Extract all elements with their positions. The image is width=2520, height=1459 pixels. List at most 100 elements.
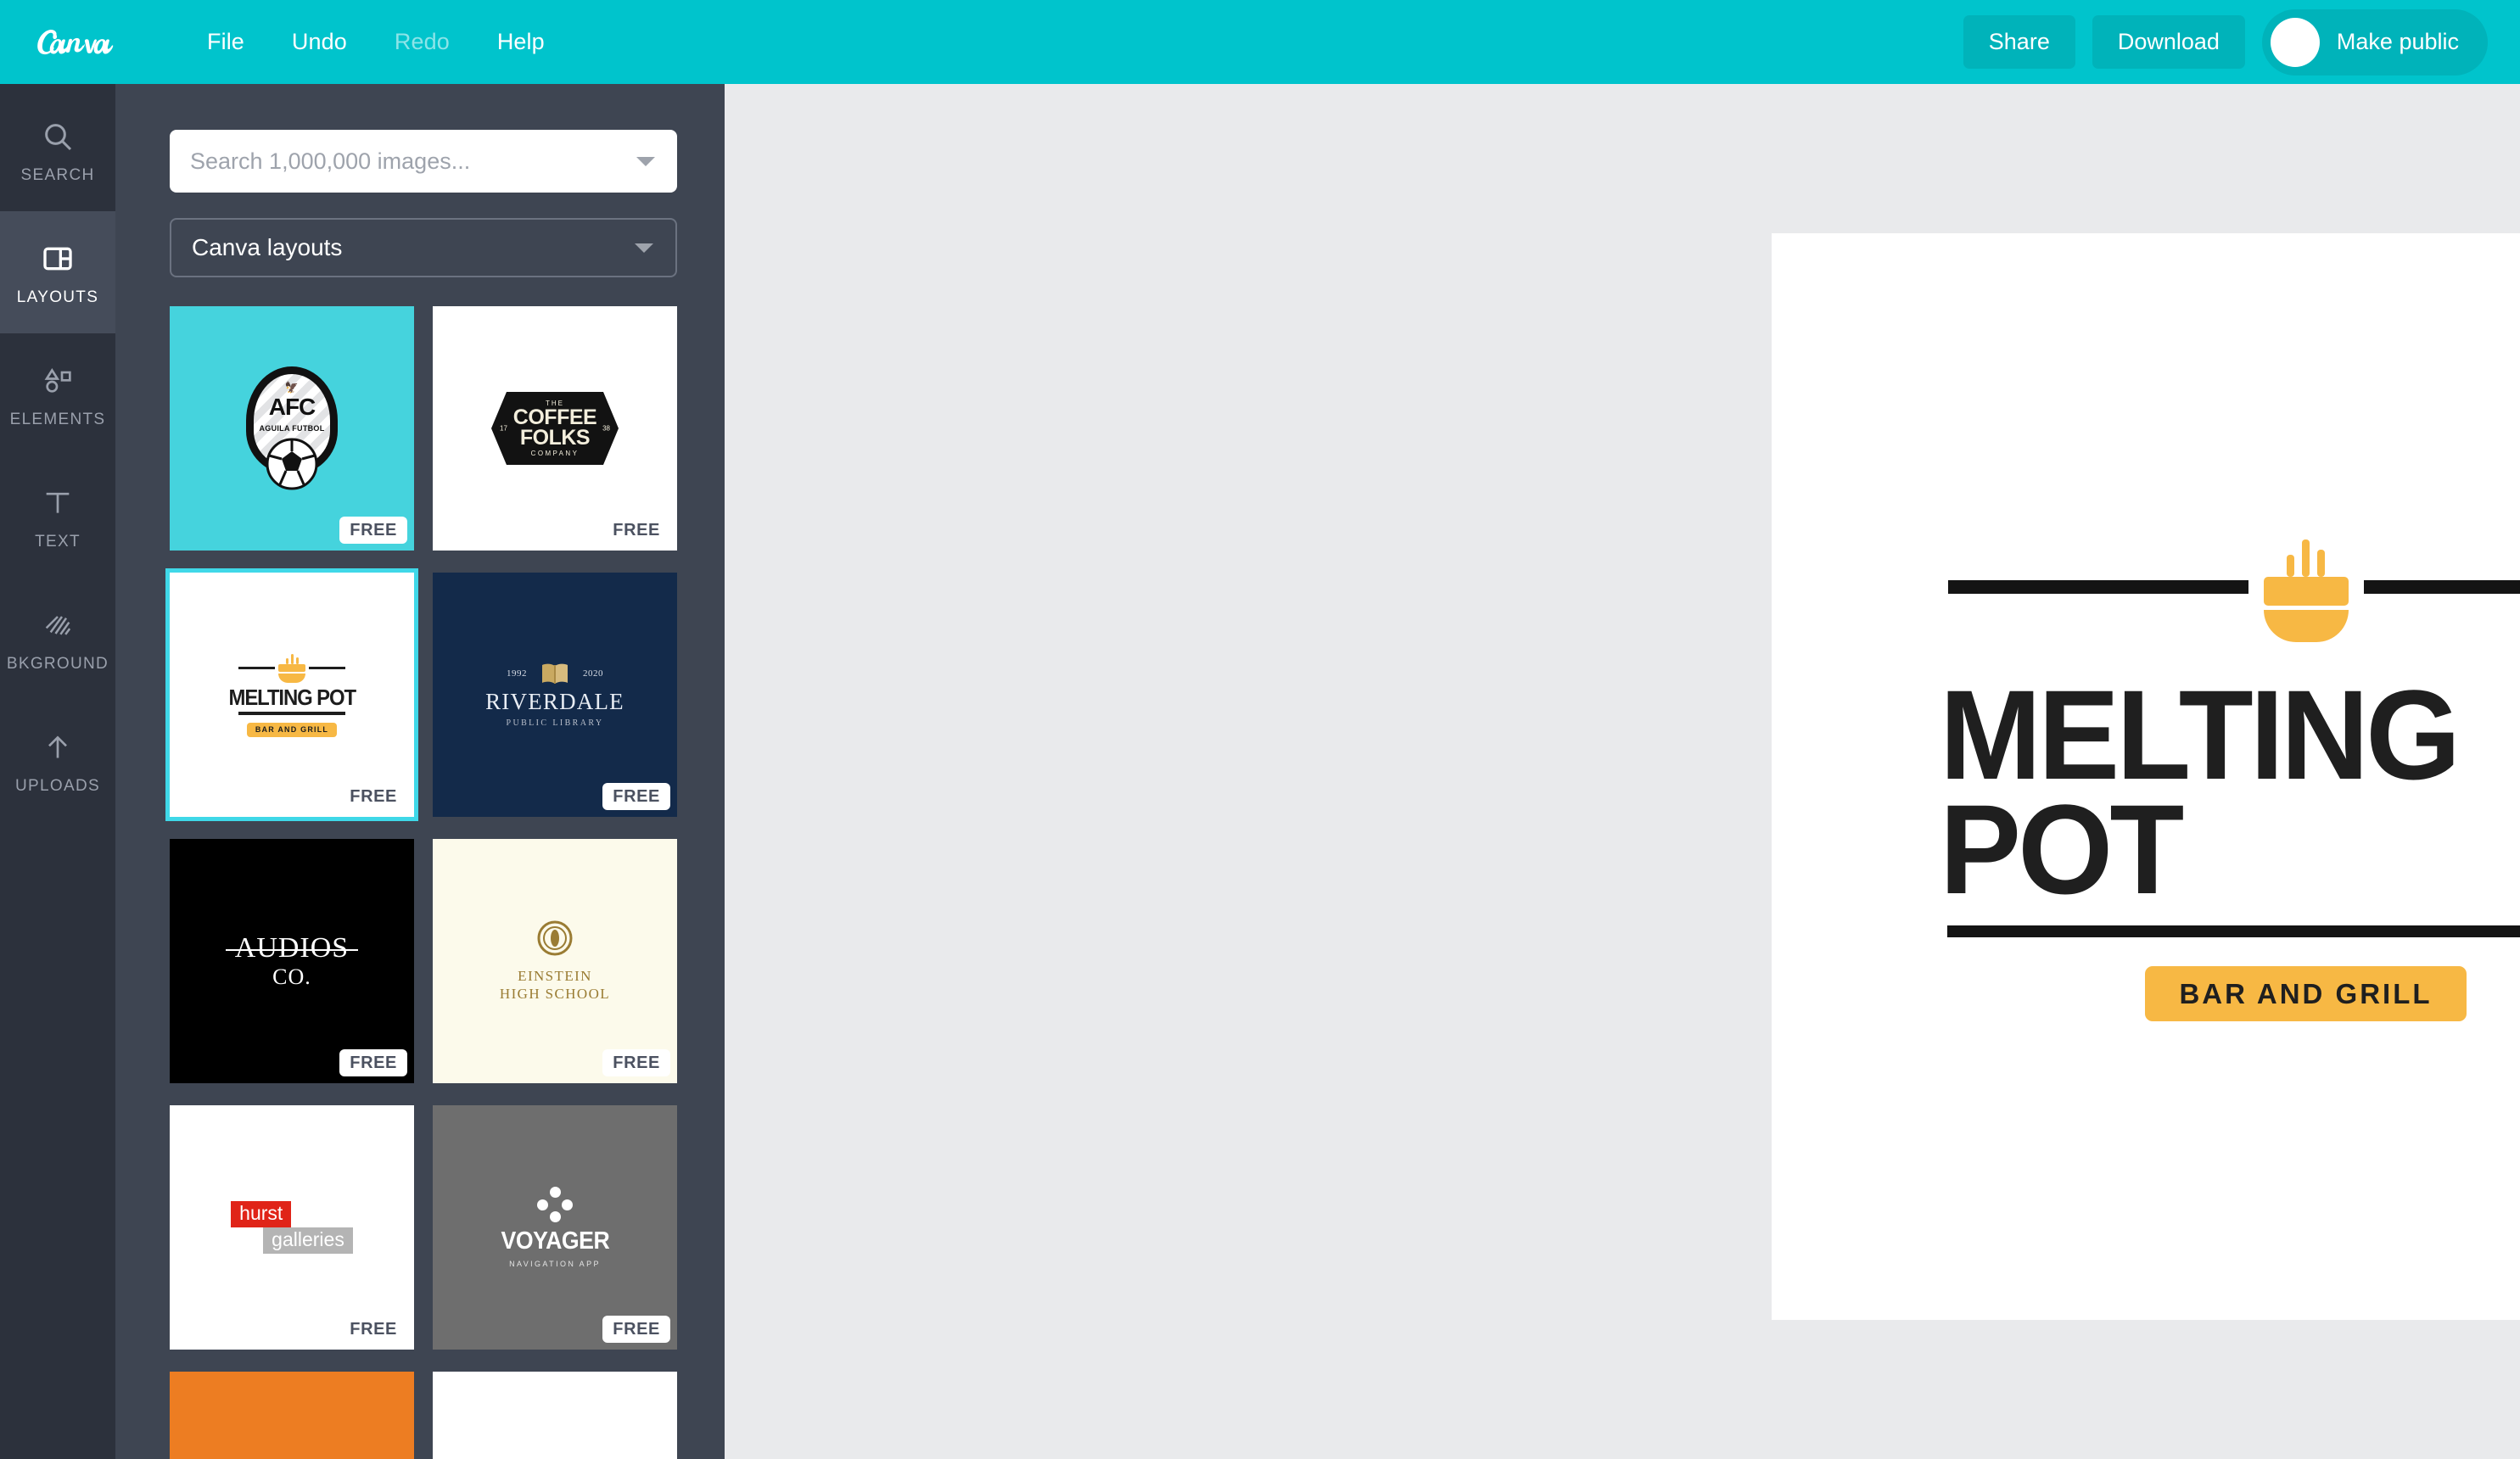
canva-wordmark-icon bbox=[37, 29, 114, 54]
layout-category-value: Canva layouts bbox=[192, 234, 343, 260]
sidebar-label-text: TEXT bbox=[35, 532, 81, 551]
logo-bar-right bbox=[2363, 580, 2520, 594]
canva-editor: File Undo Redo Help Share Download Make … bbox=[0, 0, 2520, 1459]
layout-thumb-hurst-galleries[interactable]: hurst galleries FREE bbox=[170, 1105, 414, 1350]
left-rail: SEARCH LAYOUTS ELEMENTS TEXT BKGROUND UP… bbox=[0, 84, 115, 1459]
layout-thumb-afc-aguila-futbol[interactable]: 🦅 AFC AGUILA FUTBOL FREE bbox=[170, 306, 414, 551]
logo-tagline: BAR AND GRILL bbox=[2145, 965, 2467, 1021]
melting-pot-title: MELTING POT bbox=[228, 684, 356, 710]
einstein-artwork: EINSTEIN HIGH SCHOOL bbox=[433, 839, 677, 1083]
layout-thumb-melting-pot-bar-and-grill[interactable]: MELTING POT BAR AND GRILL FREE bbox=[165, 568, 418, 821]
voyager-artwork: VOYAGER NAVIGATION APP bbox=[433, 1105, 677, 1350]
afc-subtitle: AGUILA FUTBOL bbox=[259, 424, 325, 433]
elements-icon bbox=[41, 362, 75, 400]
free-badge: FREE bbox=[350, 787, 397, 806]
free-badge: FREE bbox=[613, 521, 660, 539]
audios-artwork: AUDIOS CO. bbox=[170, 839, 414, 1083]
hurst-word2: galleries bbox=[263, 1227, 353, 1254]
sidebar-item-layouts[interactable]: LAYOUTS bbox=[0, 211, 115, 333]
laurel-seal-icon bbox=[536, 920, 574, 959]
menu-item-undo[interactable]: Undo bbox=[268, 20, 371, 64]
free-badge: FREE bbox=[602, 1049, 670, 1076]
afc-artwork: 🦅 AFC AGUILA FUTBOL bbox=[170, 306, 414, 551]
hurst-artwork: hurst galleries bbox=[170, 1105, 414, 1350]
audios-title: AUDIOS bbox=[225, 932, 359, 964]
riverdale-title: RIVERDALE bbox=[485, 689, 624, 714]
logo-rule bbox=[1947, 925, 2520, 937]
logo-title: MELTING POT bbox=[1939, 662, 2461, 920]
voyager-title: VOYAGER bbox=[501, 1227, 609, 1255]
layouts-icon bbox=[41, 240, 75, 277]
sidebar-label-search: SEARCH bbox=[20, 165, 95, 184]
steaming-pot-icon bbox=[2263, 533, 2349, 642]
sidebar-item-text[interactable]: TEXT bbox=[0, 456, 115, 578]
layout-thumb-orange-layout[interactable] bbox=[170, 1372, 414, 1459]
hurst-word1: hurst bbox=[231, 1201, 292, 1227]
sidebar-item-elements[interactable]: ELEMENTS bbox=[0, 333, 115, 456]
free-badge: FREE bbox=[350, 1320, 397, 1339]
coffee-company: COMPANY bbox=[530, 450, 580, 457]
coffee-year-left: 17 bbox=[500, 424, 507, 433]
layout-thumb-voyager-navigation-app[interactable]: VOYAGER NAVIGATION APP FREE bbox=[433, 1105, 677, 1350]
sidebar-label-elements: ELEMENTS bbox=[9, 410, 106, 428]
layouts-panel: Canva layouts 🦅 AFC AGUILA FUTBOL bbox=[115, 84, 725, 1459]
free-badge: FREE bbox=[339, 1049, 407, 1076]
menu-item-redo[interactable]: Redo bbox=[371, 20, 473, 64]
layout-thumb-blank-layout[interactable] bbox=[433, 1372, 677, 1459]
search-box[interactable] bbox=[170, 130, 677, 193]
logo-top-row bbox=[1948, 533, 2520, 642]
free-badge: FREE bbox=[339, 517, 407, 544]
voyager-subtitle: NAVIGATION APP bbox=[509, 1260, 601, 1268]
riverdale-subtitle: PUBLIC LIBRARY bbox=[506, 718, 604, 728]
menu-item-file[interactable]: File bbox=[183, 20, 268, 64]
afc-title: AFC bbox=[268, 394, 316, 420]
sidebar-item-uploads[interactable]: UPLOADS bbox=[0, 700, 115, 822]
header-actions: Share Download Make public bbox=[1963, 8, 2488, 75]
logo-bar-left bbox=[1948, 580, 2248, 594]
four-dot-diamond-icon bbox=[537, 1187, 573, 1222]
background-icon bbox=[41, 607, 75, 644]
upload-icon bbox=[41, 729, 75, 766]
free-badge: FREE bbox=[602, 783, 670, 810]
eagle-icon: 🦅 bbox=[284, 381, 300, 394]
menu-item-help[interactable]: Help bbox=[473, 20, 568, 64]
sidebar-item-background[interactable]: BKGROUND bbox=[0, 578, 115, 700]
workspace: MELTING POT BAR AND GRILL 1 bbox=[725, 84, 2520, 1459]
chevron-down-icon[interactable] bbox=[635, 154, 657, 168]
einstein-line2: HIGH SCHOOL bbox=[499, 986, 611, 1002]
sidebar-label-uploads: UPLOADS bbox=[15, 776, 100, 795]
steaming-pot-icon bbox=[278, 653, 305, 683]
search-input[interactable] bbox=[190, 148, 657, 175]
layout-thumb-riverdale-public-library[interactable]: 1992 2020 RIVERDALE PUBLIC LIBRARY FREE bbox=[433, 573, 677, 817]
layout-thumb-audios-co[interactable]: AUDIOS CO. FREE bbox=[170, 839, 414, 1083]
free-badge: FREE bbox=[602, 1316, 670, 1343]
open-book-icon bbox=[540, 662, 569, 685]
layout-category-select[interactable]: Canva layouts bbox=[170, 218, 677, 277]
sidebar-label-layouts: LAYOUTS bbox=[16, 288, 99, 306]
layout-thumb-the-coffee-folks-company[interactable]: 17 38 THE COFFEE FOLKS COMPANY FREE bbox=[433, 306, 677, 551]
layout-thumb-einstein-high-school[interactable]: EINSTEIN HIGH SCHOOL FREE bbox=[433, 839, 677, 1083]
coffee-line1: COFFEE bbox=[512, 405, 597, 429]
einstein-line1: EINSTEIN bbox=[518, 967, 592, 984]
make-public-toggle[interactable]: Make public bbox=[2261, 8, 2488, 75]
riverdale-year-right: 2020 bbox=[583, 668, 603, 679]
main-menu: File Undo Redo Help bbox=[183, 20, 568, 64]
coffee-folks-artwork: 17 38 THE COFFEE FOLKS COMPANY bbox=[433, 306, 677, 551]
toggle-knob bbox=[2270, 17, 2320, 67]
panel-controls: Canva layouts bbox=[115, 130, 725, 277]
layout-thumbnail-grid: 🦅 AFC AGUILA FUTBOL FREE 17 38 THE COFFE… bbox=[115, 306, 725, 1459]
share-button[interactable]: Share bbox=[1963, 15, 2075, 69]
canva-logo[interactable] bbox=[31, 23, 166, 62]
chevron-down-icon[interactable] bbox=[633, 241, 655, 254]
design-canvas[interactable]: MELTING POT BAR AND GRILL bbox=[1772, 233, 2520, 1320]
soccer-ball-icon bbox=[266, 438, 318, 490]
make-public-label: Make public bbox=[2336, 29, 2459, 54]
riverdale-year-left: 1992 bbox=[507, 668, 527, 679]
download-button[interactable]: Download bbox=[2092, 15, 2245, 69]
sidebar-item-search[interactable]: SEARCH bbox=[0, 89, 115, 211]
melting-pot-logo[interactable]: MELTING POT BAR AND GRILL bbox=[1924, 533, 2520, 1021]
sidebar-label-background: BKGROUND bbox=[6, 654, 109, 673]
top-header: File Undo Redo Help Share Download Make … bbox=[0, 0, 2520, 84]
audios-subtitle: CO. bbox=[272, 964, 311, 989]
search-icon bbox=[41, 118, 75, 155]
